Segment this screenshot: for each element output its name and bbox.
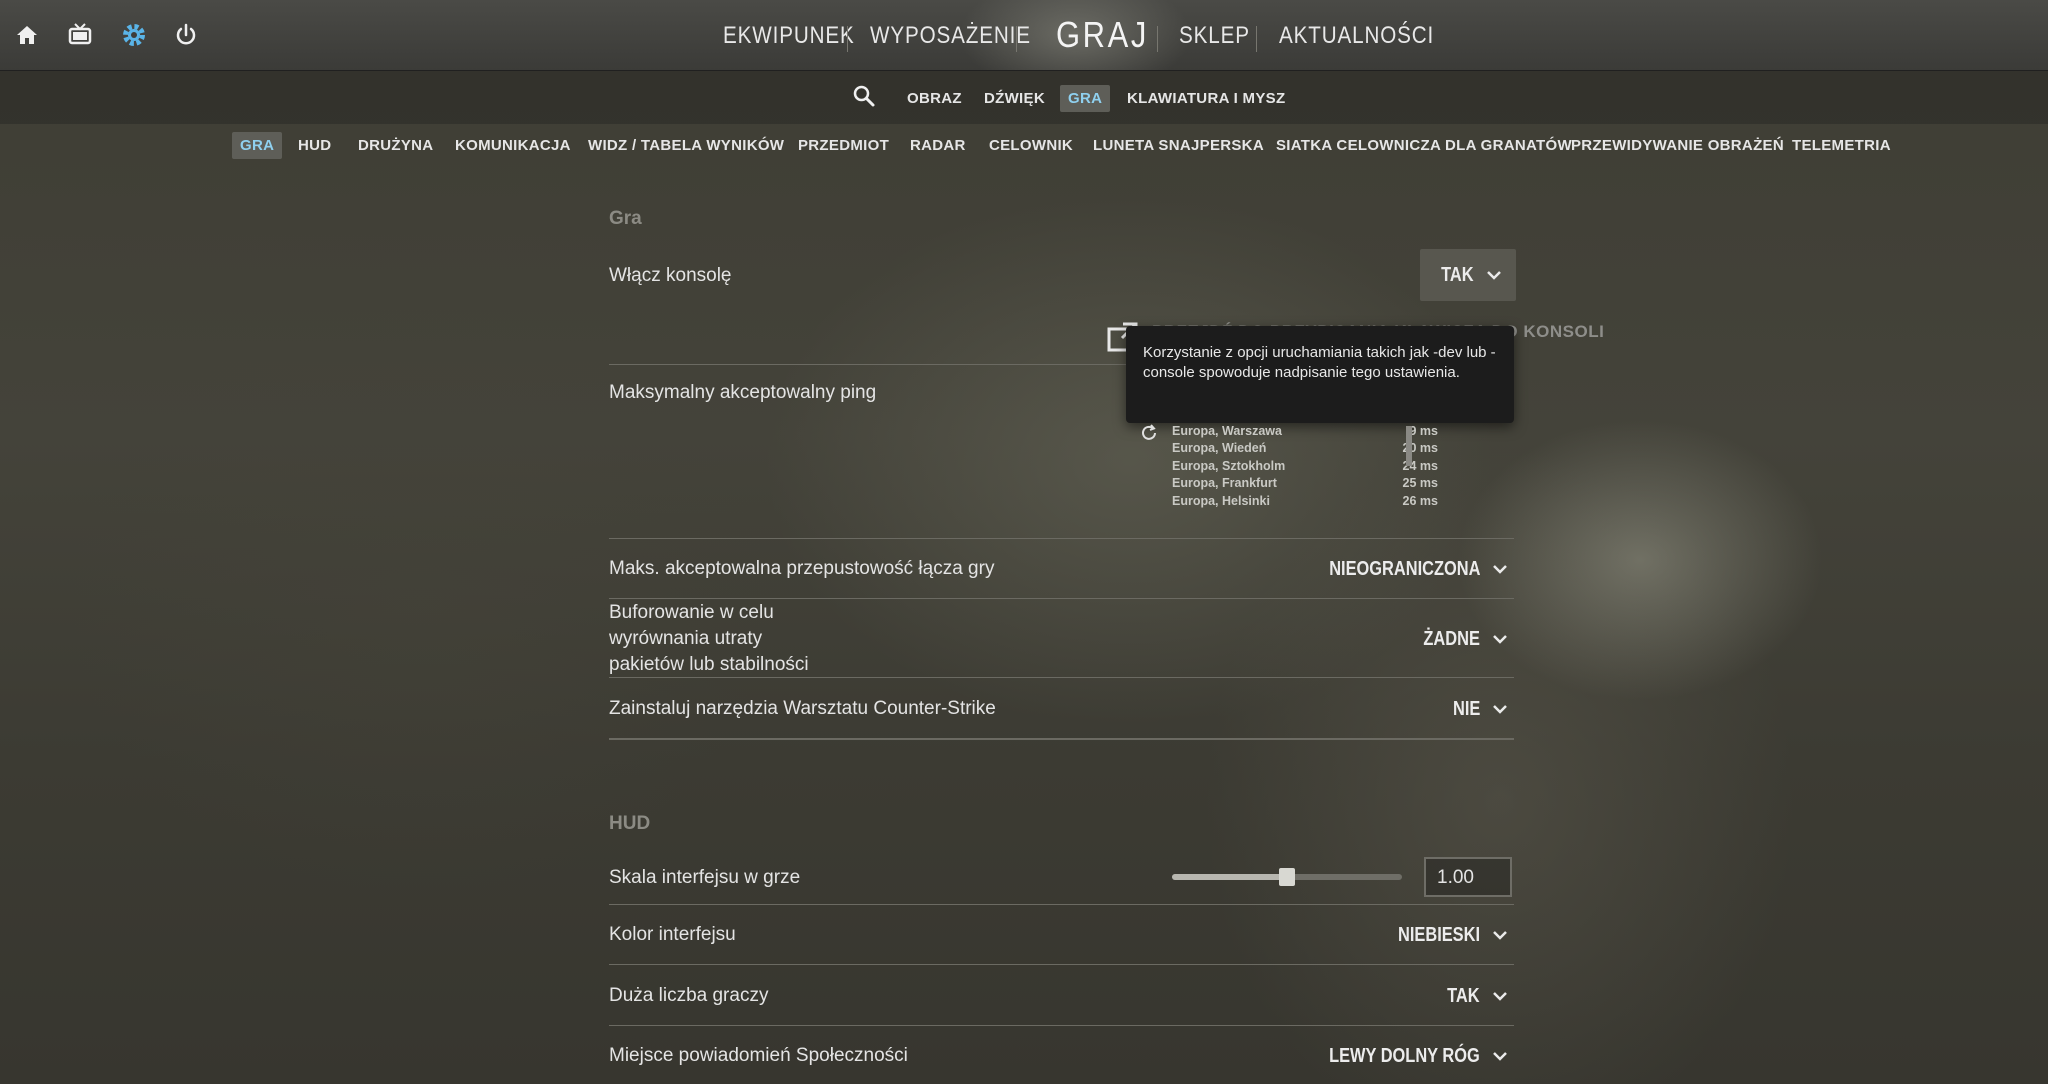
- list-item: Europa, Helsinki 26 ms: [1172, 494, 1438, 511]
- buffering-label-line: pakietów lub stabilności: [609, 654, 809, 675]
- server-name: Europa, Sztokholm: [1172, 459, 1286, 473]
- workshop-tools-dropdown[interactable]: NIE: [1447, 696, 1508, 722]
- section-title-game: Gra: [609, 208, 642, 229]
- hud-scale-slider[interactable]: [1172, 868, 1402, 886]
- buffering-dropdown[interactable]: ŻADNE: [1411, 626, 1508, 652]
- slider-thumb[interactable]: [1279, 868, 1295, 886]
- tooltip: Korzystanie z opcji uruchamiania takich …: [1126, 326, 1514, 423]
- chevron-down-icon: [1493, 565, 1507, 574]
- category-sniper-scope[interactable]: LUNETA SNAJPERSKA: [1085, 132, 1272, 159]
- server-name: Europa, Warszawa: [1172, 424, 1282, 438]
- list-item: Europa, Frankfurt 25 ms: [1172, 476, 1438, 493]
- category-radar[interactable]: RADAR: [902, 132, 974, 159]
- tab-game[interactable]: GRA: [1060, 85, 1111, 112]
- chevron-down-icon: [1493, 992, 1507, 1001]
- dropdown-value: ŻADNE: [1423, 627, 1480, 650]
- social-notifications-label: Miejsce powiadomień Społeczności: [609, 1045, 908, 1066]
- server-name: Europa, Helsinki: [1172, 494, 1270, 508]
- chevron-down-icon: [1493, 931, 1507, 940]
- nav-separator: [1256, 26, 1257, 52]
- max-ping-label: Maksymalny akceptowalny ping: [609, 382, 877, 403]
- nav-separator: [847, 26, 848, 52]
- server-name: Europa, Frankfurt: [1172, 476, 1277, 490]
- list-item: Europa, Warszawa 9 ms: [1172, 424, 1438, 441]
- dropdown-value: TAK: [1441, 263, 1474, 286]
- server-name: Europa, Wiedeń: [1172, 441, 1267, 455]
- refresh-icon[interactable]: [1140, 424, 1158, 446]
- category-grenade-crosshair[interactable]: SIATKA CELOWNICZA DLA GRANATÓW: [1268, 132, 1580, 159]
- chevron-down-icon: [1493, 705, 1507, 714]
- nav-play[interactable]: GRAJ: [1056, 14, 1149, 56]
- buffering-label: Buforowanie w celu wyrównania utraty pak…: [609, 600, 809, 678]
- server-ping: 25 ms: [1402, 476, 1438, 490]
- tooltip-text: Korzystanie z opcji uruchamiania takich …: [1143, 344, 1496, 381]
- nav-shop[interactable]: SKLEP: [1179, 22, 1250, 50]
- divider: [609, 538, 1514, 539]
- max-bandwidth-label: Maks. akceptowalna przepustowość łącza g…: [609, 558, 995, 579]
- server-ping: 9 ms: [1409, 424, 1439, 438]
- category-spectator[interactable]: WIDZ / TABELA WYNIKÓW: [580, 132, 792, 159]
- category-communication[interactable]: KOMUNIKACJA: [447, 132, 579, 159]
- nav-inventory[interactable]: EKWIPUNEK: [723, 22, 855, 50]
- dropdown-value: NIEOGRANICZONA: [1328, 557, 1480, 580]
- divider: [609, 677, 1514, 678]
- category-damage-prediction[interactable]: PRZEWIDYWANIE OBRAŻEŃ: [1563, 132, 1792, 159]
- server-ping: 26 ms: [1402, 494, 1438, 508]
- scrollbar[interactable]: [1406, 426, 1412, 466]
- buffering-label-line: wyrównania utraty: [609, 628, 763, 649]
- category-game[interactable]: GRA: [232, 132, 283, 159]
- nav-loadout[interactable]: WYPOSAŻENIE: [870, 22, 1031, 50]
- dropdown-value: NIEBIESKI: [1397, 923, 1480, 946]
- dropdown-value: NIE: [1452, 697, 1480, 720]
- buffering-label-line: Buforowanie w celu: [609, 602, 774, 623]
- max-bandwidth-dropdown[interactable]: NIEOGRANICZONA: [1296, 556, 1508, 582]
- hud-color-label: Kolor interfejsu: [609, 924, 736, 945]
- list-item: Europa, Sztokholm 24 ms: [1172, 459, 1438, 476]
- nav-separator: [1016, 26, 1017, 52]
- list-item: Europa, Wiedeń 20 ms: [1172, 441, 1438, 458]
- workshop-tools-label: Zainstaluj narzędzia Warsztatu Counter-S…: [609, 698, 996, 719]
- category-crosshair[interactable]: CELOWNIK: [981, 132, 1081, 159]
- section-title-hud: HUD: [609, 813, 651, 834]
- search-icon[interactable]: [852, 84, 876, 112]
- divider: [609, 1025, 1514, 1026]
- enable-console-dropdown[interactable]: TAK: [1420, 249, 1516, 301]
- hud-color-dropdown[interactable]: NIEBIESKI: [1380, 922, 1508, 948]
- many-players-label: Duża liczba graczy: [609, 985, 769, 1006]
- chevron-down-icon: [1486, 271, 1501, 280]
- nav-news[interactable]: AKTUALNOŚCI: [1279, 22, 1434, 50]
- divider: [609, 904, 1514, 905]
- many-players-dropdown[interactable]: TAK: [1440, 983, 1508, 1009]
- tab-video[interactable]: OBRAZ: [899, 85, 970, 112]
- hud-scale-label: Skala interfejsu w grze: [609, 867, 801, 888]
- divider: [609, 598, 1514, 599]
- dropdown-value: LEWY DOLNY RÓG: [1329, 1044, 1480, 1067]
- category-item[interactable]: PRZEDMIOT: [790, 132, 897, 159]
- slider-fill: [1172, 874, 1287, 880]
- enable-console-label: Włącz konsolę: [609, 265, 732, 286]
- chevron-down-icon: [1493, 635, 1507, 644]
- settings-tab-bar: OBRAZ DŹWIĘK GRA KLAWIATURA I MYSZ: [0, 70, 2048, 124]
- category-team[interactable]: DRUŻYNA: [350, 132, 441, 159]
- hud-scale-input[interactable]: 1.00: [1424, 857, 1512, 897]
- chevron-down-icon: [1493, 1052, 1507, 1061]
- tab-keyboard-mouse[interactable]: KLAWIATURA I MYSZ: [1119, 85, 1293, 112]
- category-hud[interactable]: HUD: [290, 132, 339, 159]
- dropdown-value: TAK: [1447, 984, 1480, 1007]
- category-telemetry[interactable]: TELEMETRIA: [1784, 132, 1899, 159]
- nav-separator: [1157, 26, 1158, 52]
- social-notifications-dropdown[interactable]: LEWY DOLNY RÓG: [1296, 1043, 1508, 1069]
- divider: [609, 738, 1514, 740]
- divider: [609, 964, 1514, 965]
- main-nav: EKWIPUNEK WYPOSAŻENIE GRAJ SKLEP AKTUALN…: [0, 14, 2048, 58]
- tab-audio[interactable]: DŹWIĘK: [976, 85, 1053, 112]
- top-bar: EKWIPUNEK WYPOSAŻENIE GRAJ SKLEP AKTUALN…: [0, 0, 2048, 71]
